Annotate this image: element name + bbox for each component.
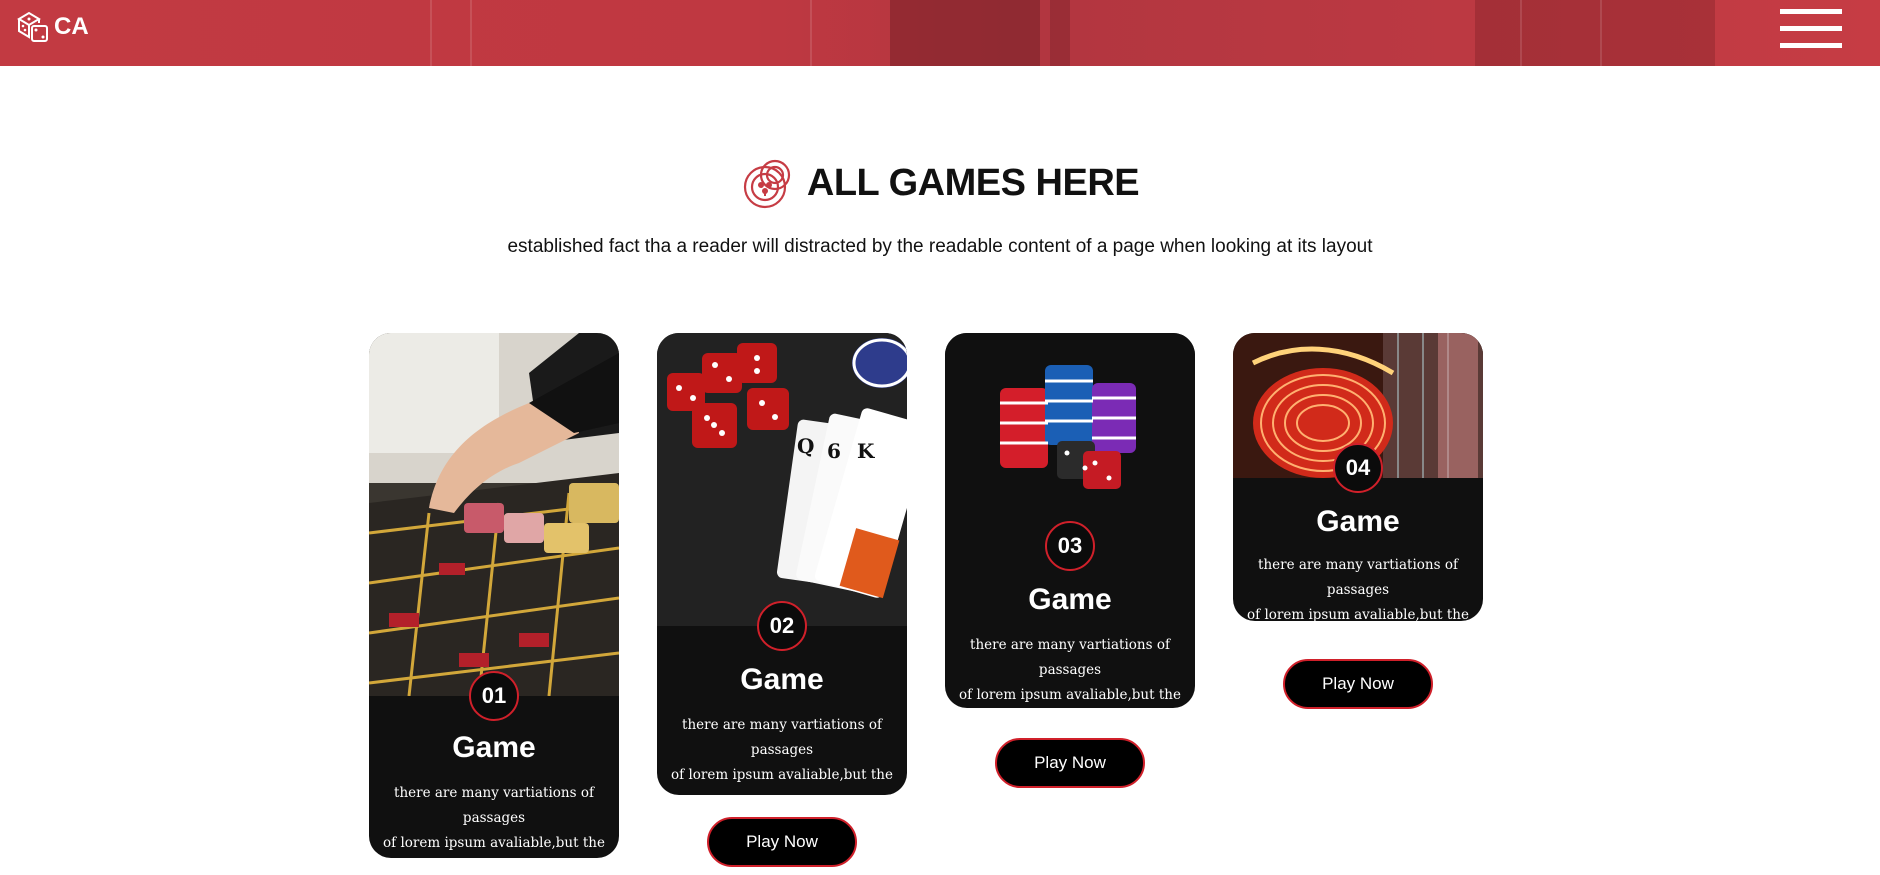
svg-text:6: 6: [827, 439, 841, 463]
hamburger-menu-icon-bar: [1780, 26, 1842, 31]
game-description-line: there are many vartiations of passages: [394, 785, 594, 826]
game-description-line: of lorem ipsum avaliable,but the: [1247, 607, 1469, 621]
header-background-building: [1475, 0, 1715, 66]
section-subtitle: established fact tha a reader will distr…: [507, 236, 1373, 257]
svg-text:Q: Q: [797, 434, 814, 458]
dice-icon: [17, 11, 48, 42]
section-heading: ALL GAMES HERE: [0, 155, 1880, 211]
hamburger-menu-icon-bar: [1780, 43, 1842, 48]
game-card-3[interactable]: 03 Game there are many vartiations of pa…: [945, 333, 1195, 708]
header-background-window: [1520, 0, 1522, 66]
game-title: Game: [1316, 505, 1400, 538]
header-background-window: [430, 0, 432, 66]
logo-text: CA: [54, 13, 89, 40]
roulette-table-image: [369, 333, 619, 696]
game-card-1[interactable]: 01 Game there are many vartiations of pa…: [369, 333, 619, 858]
game-description-line: of lorem ipsum avaliable,but the: [959, 687, 1181, 703]
game-number-badge: 01: [469, 671, 519, 721]
hamburger-menu-button[interactable]: [1780, 9, 1844, 49]
site-header: CA: [0, 0, 1880, 66]
game-description-line: of lorem ipsum avaliable,but the: [383, 835, 605, 851]
play-now-button[interactable]: Play Now: [707, 817, 857, 867]
game-title: Game: [1028, 583, 1112, 616]
header-background-building: [890, 0, 1040, 66]
hamburger-menu-icon: [1780, 9, 1842, 14]
header-background-window: [810, 0, 812, 66]
game-description-line: of lorem ipsum avaliable,but the: [671, 767, 893, 783]
header-background-window: [1600, 0, 1602, 66]
game-title: Game: [452, 731, 536, 764]
game-number-badge: 02: [757, 601, 807, 651]
game-card-4[interactable]: 04 Game there are many vartiations of pa…: [1233, 333, 1483, 621]
game-description-line: there are many vartiations of passages: [1258, 557, 1458, 598]
game-description: there are many vartiations of passages o…: [369, 781, 619, 856]
game-number-badge: 03: [1045, 521, 1095, 571]
game-description: there are many vartiations of passages o…: [657, 713, 907, 788]
dice-and-cards-image: Q6K: [657, 333, 907, 626]
header-background-building: [1050, 0, 1070, 66]
svg-text:K: K: [857, 439, 875, 463]
game-description-line: there are many vartiations of passages: [682, 717, 882, 758]
header-background-window: [470, 0, 472, 66]
play-now-button[interactable]: Play Now: [995, 738, 1145, 788]
game-description: there are many vartiations of passages o…: [945, 633, 1195, 708]
game-title: Game: [740, 663, 824, 696]
play-now-button[interactable]: Play Now: [1283, 659, 1433, 709]
chip-stacks-image: [945, 333, 1195, 503]
game-number-badge: 04: [1333, 443, 1383, 493]
game-card-2[interactable]: Q6K 02 Game there are many vartiations o…: [657, 333, 907, 795]
casino-chips-icon: [743, 159, 790, 209]
site-logo[interactable]: CA: [16, 10, 89, 44]
section-title: ALL GAMES HERE: [806, 161, 1140, 204]
game-description-line: there are many vartiations of passages: [970, 637, 1170, 678]
game-description: there are many vartiations of passages o…: [1233, 553, 1483, 621]
